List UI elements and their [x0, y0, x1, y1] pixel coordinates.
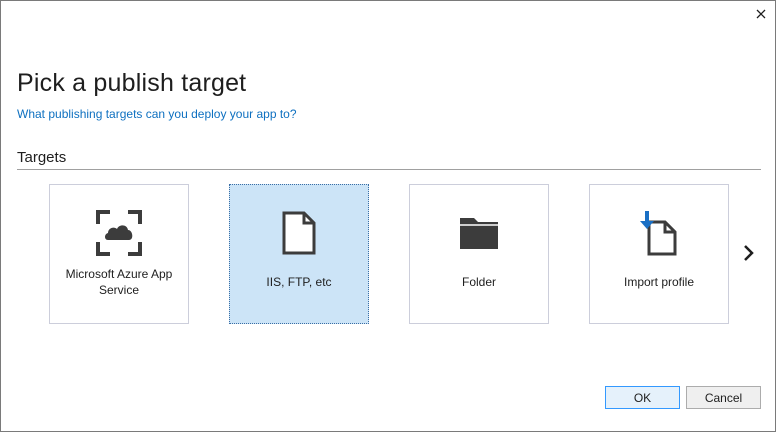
target-card-label: IIS, FTP, etc [266, 275, 332, 289]
import-profile-icon [590, 209, 728, 257]
targets-divider [17, 169, 761, 170]
cancel-button[interactable]: Cancel [686, 386, 761, 409]
target-card-azure-app-service[interactable]: Microsoft Azure App Service [49, 184, 189, 324]
ok-button[interactable]: OK [605, 386, 680, 409]
chevron-right-icon [744, 245, 754, 261]
target-card-label: Folder [461, 275, 496, 289]
target-card-label: Import profile [623, 275, 695, 289]
close-icon [756, 9, 766, 19]
azure-app-service-icon [50, 209, 188, 257]
target-card-iis-ftp[interactable]: IIS, FTP, etc [229, 184, 369, 324]
publish-dialog: Pick a publish target What publishing ta… [0, 0, 776, 432]
target-card-import-profile[interactable]: Import profile [589, 184, 729, 324]
target-card-label: Microsoft Azure App Service [65, 267, 173, 297]
document-icon [230, 209, 368, 257]
subtitle-link[interactable]: What publishing targets can you deploy y… [17, 107, 297, 121]
target-card-folder[interactable]: Folder [409, 184, 549, 324]
folder-icon [410, 209, 548, 257]
next-targets-button[interactable] [739, 242, 759, 264]
targets-header: Targets [17, 149, 67, 166]
close-button[interactable] [751, 4, 771, 24]
page-title: Pick a publish target [17, 69, 247, 97]
